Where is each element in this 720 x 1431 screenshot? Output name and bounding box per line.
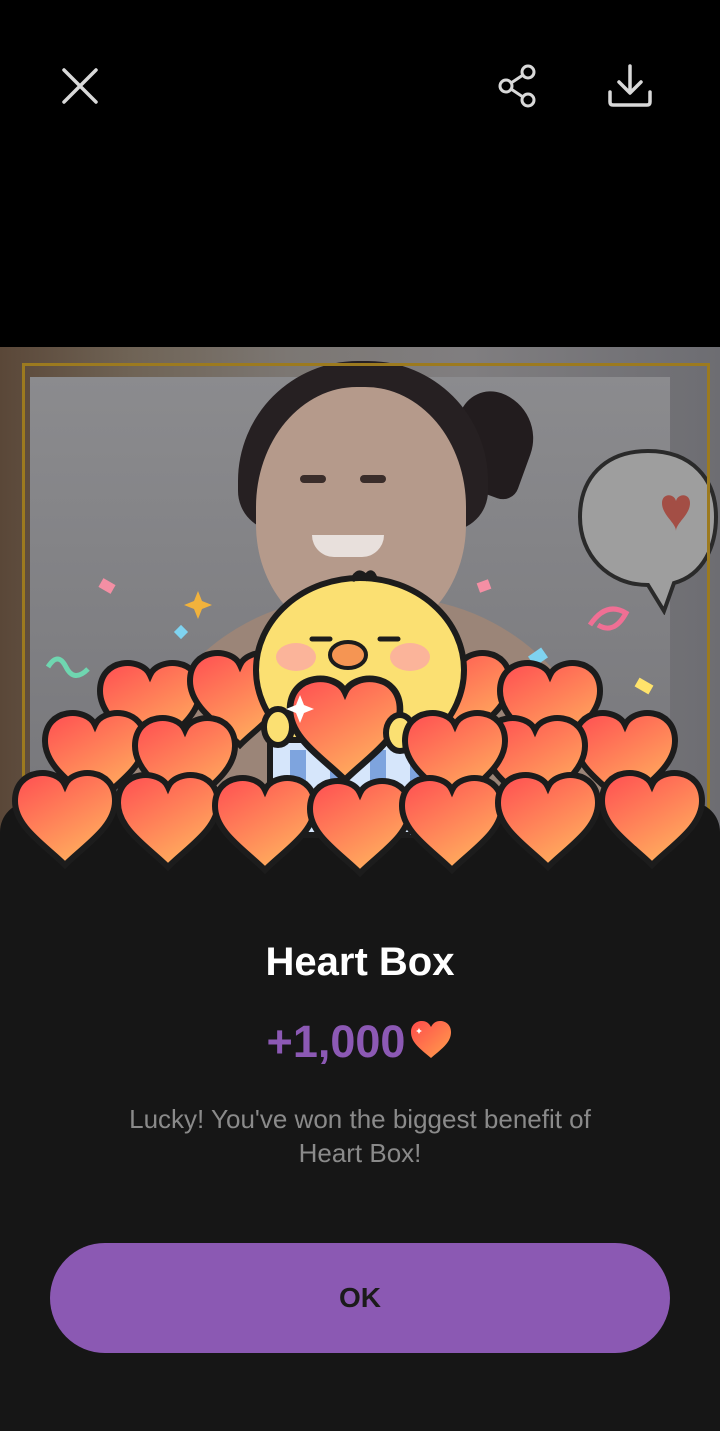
reward-amount: +1,000 (266, 1016, 406, 1067)
reward-amount-row: +1,000 (0, 1016, 720, 1068)
ok-button[interactable]: OK (50, 1243, 670, 1353)
heart-box-illustration (0, 570, 720, 895)
heart-icon (411, 1021, 452, 1058)
reward-message: Lucky! You've won the biggest benefit of… (129, 1104, 591, 1168)
share-button[interactable] (488, 56, 548, 116)
close-button[interactable] (50, 56, 110, 116)
reward-title: Heart Box (265, 940, 455, 984)
download-icon (608, 64, 652, 107)
top-bar (0, 0, 720, 170)
reward-sheet: Heart Box +1,000 Lucky! You've won the b… (0, 802, 720, 1431)
download-button[interactable] (600, 56, 660, 116)
ok-button-label: OK (339, 1282, 381, 1313)
share-icon (498, 64, 536, 108)
close-icon (62, 68, 98, 104)
